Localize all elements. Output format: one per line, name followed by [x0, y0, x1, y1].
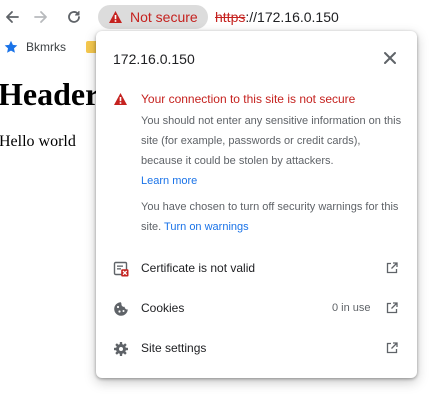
site-settings-row[interactable]: Site settings: [96, 329, 417, 369]
reload-button[interactable]: [62, 5, 86, 29]
browser-toolbar: Not secure https://172.16.0.150: [0, 0, 430, 34]
gear-icon: [114, 342, 128, 356]
security-chip-label: Not secure: [130, 9, 198, 25]
url-scheme: https: [215, 9, 246, 25]
cookie-icon: [114, 302, 128, 316]
warning-body-text: You should not enter any sensitive infor…: [141, 115, 402, 167]
url-host: ://172.16.0.150: [245, 9, 339, 25]
star-icon: [4, 40, 18, 53]
certificate-icon: [113, 261, 129, 277]
page-header: Header: [0, 76, 100, 112]
reload-icon: [68, 11, 80, 23]
warning-triangle-icon: [114, 93, 127, 105]
external-link-icon[interactable]: [386, 262, 398, 274]
site-info-popup: 172.16.0.150 Your connection to this sit…: [96, 31, 417, 378]
cookies-row[interactable]: Cookies 0 in use: [96, 289, 417, 329]
certificate-row[interactable]: Certificate is not valid: [96, 249, 417, 289]
back-arrow-icon: [6, 11, 19, 23]
cookies-count: 0 in use: [332, 302, 371, 314]
page-text: Hello world: [0, 133, 76, 150]
external-link-icon[interactable]: [386, 302, 398, 314]
forward-arrow-icon: [34, 11, 47, 23]
popup-host: 172.16.0.150: [113, 51, 195, 67]
connection-warning-title: Your connection to this site is not secu…: [141, 92, 356, 106]
security-chip[interactable]: Not secure: [98, 5, 208, 29]
omnibox[interactable]: Not secure https://172.16.0.150: [97, 5, 430, 29]
turn-on-warnings-link[interactable]: Turn on warnings: [164, 221, 249, 233]
warning-triangle-icon: [109, 11, 122, 23]
warnings-off-notice: You have chosen to turn off security war…: [141, 197, 406, 237]
external-link-icon[interactable]: [386, 342, 398, 354]
connection-warning-body: You should not enter any sensitive infor…: [141, 111, 403, 191]
close-icon[interactable]: [383, 51, 397, 65]
back-button[interactable]: [0, 5, 24, 29]
learn-more-link[interactable]: Learn more: [141, 171, 403, 191]
bookmark-label[interactable]: Bkmrks: [26, 40, 66, 54]
cookies-label: Cookies: [141, 301, 185, 315]
forward-button[interactable]: [29, 5, 53, 29]
site-settings-label: Site settings: [141, 341, 207, 355]
url-text[interactable]: https://172.16.0.150: [215, 9, 339, 25]
certificate-label: Certificate is not valid: [141, 261, 256, 275]
